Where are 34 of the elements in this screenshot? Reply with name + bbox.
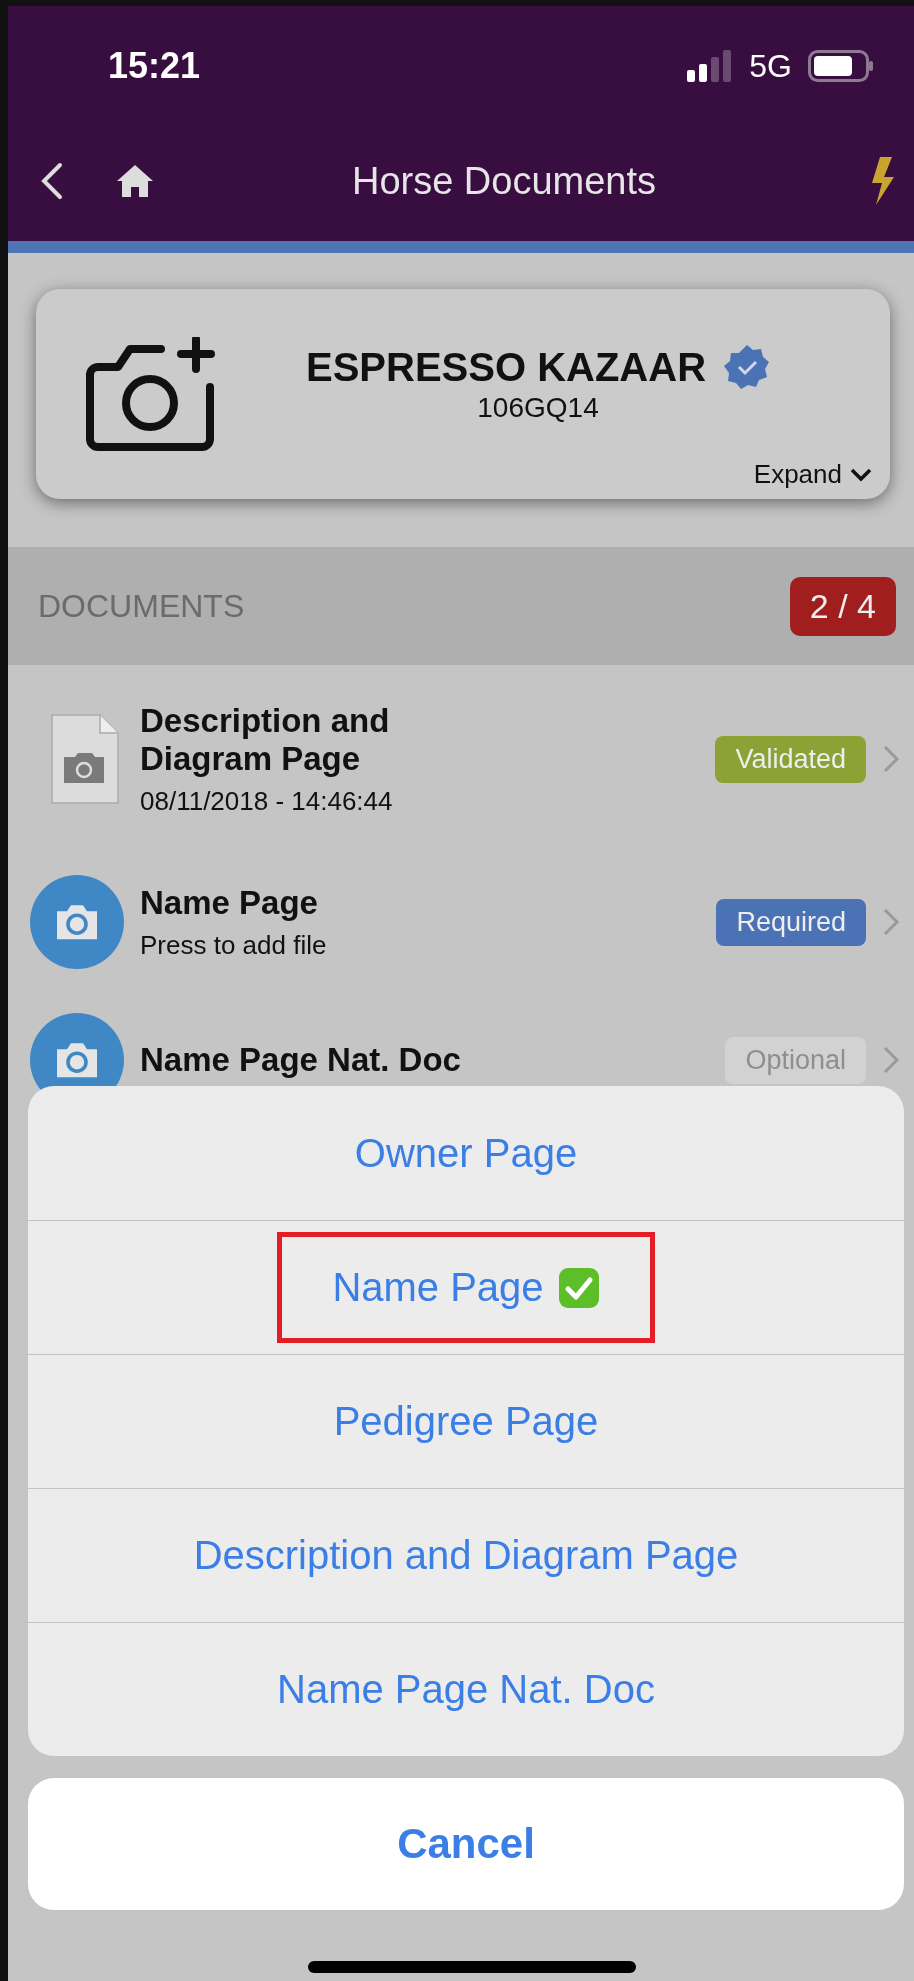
document-title: Name Page xyxy=(140,883,319,922)
document-row[interactable]: Description and Diagram Page 08/11/2018 - 14:46:44 Validated xyxy=(8,665,914,853)
status-time: 15:21 xyxy=(108,45,202,87)
cancel-button[interactable]: Cancel xyxy=(28,1778,904,1910)
status-badge: Required xyxy=(716,898,866,946)
section-title: DOCUMENTS xyxy=(38,587,245,625)
sheet-option[interactable]: Owner Page xyxy=(28,1086,904,1220)
screen-title: Horse Documents xyxy=(350,159,658,203)
document-icon xyxy=(50,713,120,805)
sheet-option[interactable]: Name Page xyxy=(28,1220,904,1354)
sheet-option[interactable]: Description and Diagram Page xyxy=(28,1488,904,1622)
battery-icon xyxy=(808,50,874,82)
status-badge: Optional xyxy=(725,1036,866,1084)
horse-code: 106GQ14 xyxy=(477,392,599,424)
document-subtitle: 08/11/2018 - 14:46:44 xyxy=(140,785,394,817)
status-badge: Validated xyxy=(715,735,866,783)
sheet-option[interactable]: Name Page Nat. Doc xyxy=(28,1622,904,1756)
chevron-right-icon xyxy=(882,744,900,774)
expand-button[interactable]: Expand xyxy=(747,458,878,491)
network-label: 5G xyxy=(749,47,792,85)
document-row[interactable]: Name Page Press to add file Required xyxy=(8,853,914,991)
chevron-right-icon xyxy=(882,1045,900,1075)
document-subtitle: Press to add file xyxy=(140,929,328,961)
document-title: Name Page Nat. Doc xyxy=(140,1041,462,1079)
add-photo-icon[interactable] xyxy=(86,337,216,451)
back-icon xyxy=(40,161,64,201)
count-badge: 2 / 4 xyxy=(789,576,896,636)
chevron-right-icon xyxy=(882,907,900,937)
horse-name: ESPRESSO KAZAAR xyxy=(305,344,707,390)
home-icon xyxy=(116,164,154,198)
document-title: Description and Diagram Page xyxy=(140,701,391,778)
signal-icon xyxy=(687,50,734,82)
chevron-down-icon xyxy=(850,467,872,482)
sheet-option[interactable]: Pedigree Page xyxy=(28,1354,904,1488)
